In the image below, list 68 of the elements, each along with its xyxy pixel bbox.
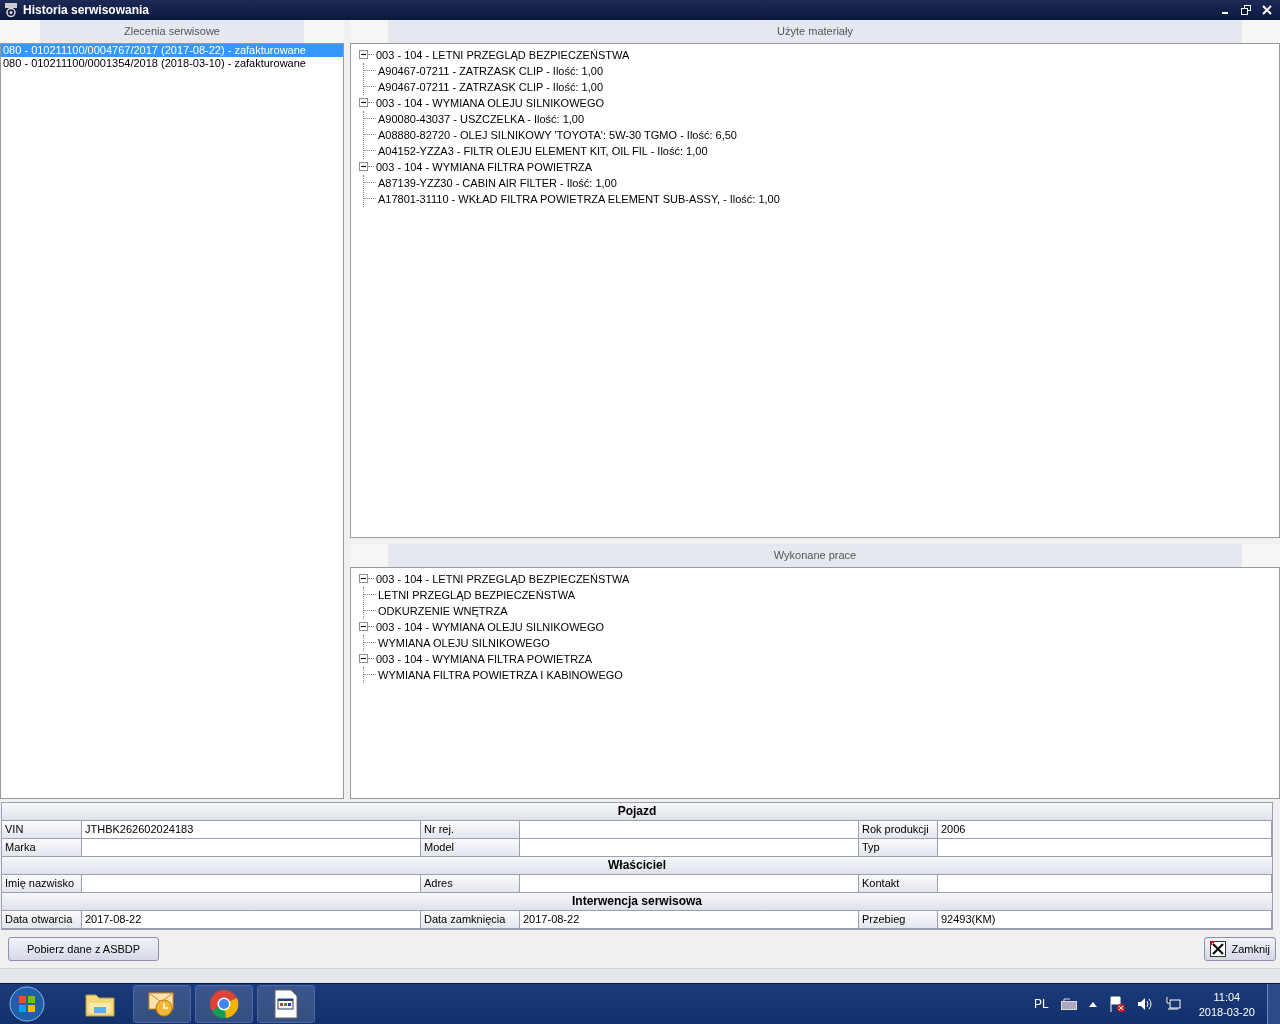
restore-icon[interactable] bbox=[1241, 5, 1251, 15]
field-label: Rok produkcji bbox=[859, 821, 938, 839]
field-label: Data otwarcia bbox=[2, 911, 82, 929]
tree-item[interactable]: A90467-07211 - ZATRZASK CLIP - Ilość: 1,00 bbox=[378, 64, 603, 77]
tree-item[interactable]: A08880-82720 - OLEJ SILNIKOWY 'TOYOTA': 5W-30 TGMO - Ilość: 6,50 bbox=[378, 128, 737, 141]
tree-node[interactable]: 003 - 104 - WYMIANA FILTRA POWIETRZA bbox=[376, 652, 593, 665]
browser-icon bbox=[209, 989, 239, 1019]
taskbar-button[interactable] bbox=[133, 985, 191, 1023]
field-label: Kontakt bbox=[859, 875, 938, 893]
collapse-icon[interactable] bbox=[359, 50, 368, 60]
taskbar-button[interactable] bbox=[195, 985, 253, 1023]
tree-item[interactable]: A04152-YZZA3 - FILTR OLEJU ELEMENT KIT, OIL FIL - Ilość: 1,00 bbox=[378, 144, 708, 157]
column-header: Zlecenia serwisowe bbox=[40, 19, 304, 43]
field-value: 2006 bbox=[938, 821, 1272, 839]
tree-item[interactable]: A90080-43037 - USZCZELKA - Ilość: 1,00 bbox=[378, 112, 585, 125]
collapse-icon[interactable] bbox=[359, 654, 368, 664]
tree-item[interactable]: WYMIANA OLEJU SILNIKOWEGO bbox=[378, 636, 550, 649]
tree-node[interactable]: 003 - 104 - LETNI PRZEGLĄD BEZPIECZEŃSTWA bbox=[376, 572, 630, 585]
clock-date[interactable]: 2018-03-20 bbox=[1198, 1005, 1255, 1018]
field-value: 92493(KM) bbox=[938, 911, 1272, 929]
collapse-icon[interactable] bbox=[359, 574, 368, 584]
fetch-data-button[interactable]: Pobierz dane z ASBDP bbox=[8, 937, 160, 962]
tree-node[interactable]: 003 - 104 - LETNI PRZEGLĄD BEZPIECZEŃSTWA bbox=[376, 48, 630, 61]
tree-item[interactable]: LETNI PRZEGLĄD BEZPIECZEŃSTWA bbox=[378, 588, 575, 601]
field-label: Typ bbox=[859, 839, 938, 857]
tree-node[interactable]: 003 - 104 - WYMIANA OLEJU SILNIKOWEGO bbox=[376, 96, 604, 109]
field-label: Adres bbox=[421, 875, 520, 893]
caret-up-icon[interactable] bbox=[1088, 1001, 1097, 1007]
tree-node[interactable]: 003 - 104 - WYMIANA FILTRA POWIETRZA bbox=[376, 160, 593, 173]
document-window-icon bbox=[273, 989, 299, 1019]
section-header: Interwencja serwisowa bbox=[2, 893, 1272, 912]
tree-item[interactable]: WYMIANA FILTRA POWIETRZA I KABINOWEGO bbox=[378, 668, 623, 681]
network-icon[interactable] bbox=[1164, 996, 1181, 1012]
close-icon bbox=[1210, 941, 1227, 958]
section-header: Pojazd bbox=[2, 803, 1272, 822]
show-desktop-button[interactable] bbox=[1267, 984, 1280, 1024]
app-logo-icon bbox=[4, 3, 18, 17]
tree-item[interactable]: A90467-07211 - ZATRZASK CLIP - Ilość: 1,00 bbox=[378, 80, 603, 93]
section-header: Właściciel bbox=[2, 857, 1272, 876]
close-button[interactable]: Zamknij bbox=[1204, 937, 1276, 962]
collapse-icon[interactable] bbox=[359, 622, 368, 632]
tree-node[interactable]: 003 - 104 - WYMIANA OLEJU SILNIKOWEGO bbox=[376, 620, 604, 633]
window-title: Historia serwisowania bbox=[23, 3, 150, 17]
tree-item[interactable]: ODKURZENIE WNĘTRZA bbox=[378, 604, 508, 617]
keyboard-icon[interactable] bbox=[1060, 998, 1077, 1010]
tree-item[interactable]: A87139-YZZ30 - CABIN AIR FILTER - Ilość: 1,00 bbox=[378, 176, 617, 189]
flag-icon[interactable] bbox=[1108, 996, 1125, 1012]
speaker-icon[interactable] bbox=[1136, 997, 1153, 1011]
column-header: Wykonane prace bbox=[388, 543, 1242, 567]
envelope-clock-icon bbox=[147, 990, 177, 1018]
field-label: Nr rej. bbox=[421, 821, 520, 839]
taskbar-button[interactable] bbox=[257, 985, 315, 1023]
field-label: Marka bbox=[2, 839, 82, 857]
close-icon[interactable] bbox=[1262, 5, 1272, 15]
tree-item[interactable]: A17801-31110 - WKŁAD FILTRA POWIETRZA ELEMENT SUB-ASSY, - Ilość: 1,00 bbox=[378, 192, 780, 205]
start-button[interactable] bbox=[7, 984, 47, 1024]
field-label: Model bbox=[421, 839, 520, 857]
field-label: Przebieg bbox=[859, 911, 938, 929]
collapse-icon[interactable] bbox=[359, 162, 368, 172]
clock-time[interactable]: 11:04 bbox=[1213, 990, 1241, 1003]
list-item[interactable]: 080 - 010211100/0001354/2018 (2018-03-10) - zafakturowane bbox=[1, 56, 343, 70]
language-indicator[interactable]: PL bbox=[1034, 997, 1049, 1011]
collapse-icon[interactable] bbox=[359, 98, 368, 108]
field-label: Imię nazwisko bbox=[2, 875, 82, 893]
column-header: Użyte materiały bbox=[388, 19, 1242, 43]
field-label: VIN bbox=[2, 821, 82, 839]
field-label: Data zamknięcia bbox=[421, 911, 520, 929]
folder-icon bbox=[85, 991, 115, 1017]
